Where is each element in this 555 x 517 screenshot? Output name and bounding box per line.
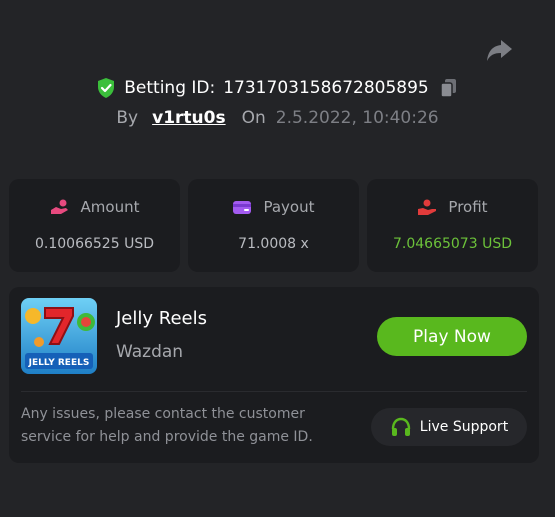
bet-datetime: 2.5.2022, 10:40:26	[275, 108, 439, 128]
profit-card: Profit 7.04665073 USD	[367, 179, 538, 272]
amount-value: 0.10066525 USD	[35, 236, 154, 252]
headset-icon	[391, 417, 410, 436]
share-icon[interactable]	[485, 38, 513, 64]
game-thumbnail[interactable]: JELLY REELS	[21, 298, 97, 374]
betting-id-value: 1731703158672805895	[223, 78, 429, 98]
profit-value: 7.04665073 USD	[393, 236, 512, 252]
amount-card: Amount 0.10066525 USD	[9, 179, 180, 272]
bet-header: Betting ID: 1731703158672805895 By v1rtu…	[0, 74, 555, 128]
betting-id-label: Betting ID:	[124, 78, 216, 98]
thumbnail-logo-text: JELLY REELS	[28, 358, 90, 368]
betting-id-row: Betting ID: 1731703158672805895	[0, 74, 555, 102]
game-provider: Wazdan	[116, 342, 184, 362]
live-support-button[interactable]: Live Support	[371, 408, 527, 446]
stats-row: Amount 0.10066525 USD Payout 71.0008 x P…	[9, 179, 546, 272]
game-title[interactable]: Jelly Reels	[116, 308, 207, 329]
amount-icon	[50, 199, 68, 214]
wallet-icon	[233, 201, 252, 214]
play-now-button[interactable]: Play Now	[377, 317, 527, 356]
profit-label: Profit	[448, 198, 488, 216]
game-card: JELLY REELS Jelly Reels Wazdan Play Now …	[9, 287, 539, 463]
live-support-label: Live Support	[419, 419, 509, 435]
payout-value: 71.0008 x	[238, 236, 309, 252]
bet-author-row: By v1rtu0s On 2.5.2022, 10:40:26	[0, 108, 555, 128]
on-label: On	[241, 108, 266, 128]
copy-icon[interactable]	[439, 77, 459, 99]
support-notice: Any issues, please contact the customer …	[21, 406, 313, 445]
username-link[interactable]: v1rtu0s	[152, 108, 225, 128]
divider	[21, 391, 527, 392]
payout-label: Payout	[263, 198, 315, 216]
by-label: By	[116, 108, 139, 128]
profit-hand-icon	[418, 199, 437, 215]
payout-card: Payout 71.0008 x	[188, 179, 359, 272]
verified-shield-icon	[96, 77, 116, 99]
amount-label: Amount	[80, 198, 140, 216]
